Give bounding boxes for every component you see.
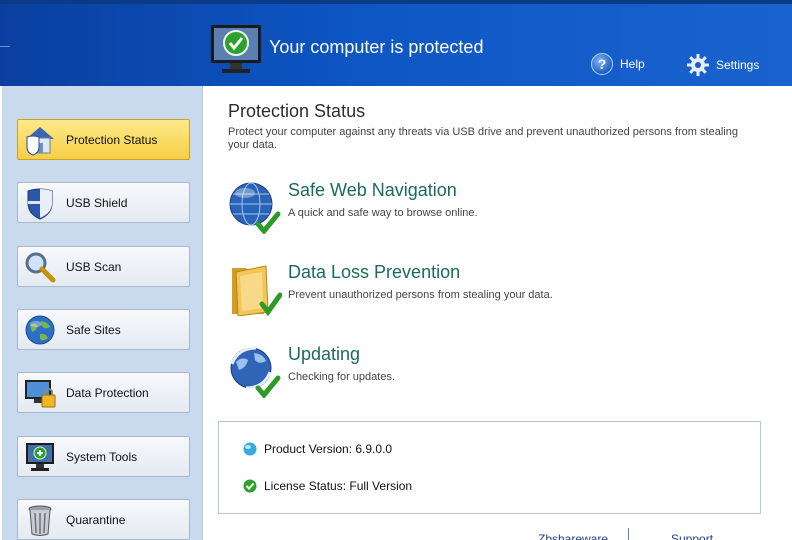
sidebar-item-label: System Tools — [66, 449, 138, 464]
product-info-box: Product Version: 6.9.0.0 License Status:… — [218, 421, 761, 514]
sidebar-item-label: USB Shield — [66, 195, 128, 210]
shield-icon — [23, 186, 57, 220]
monitor-lock-icon — [23, 376, 57, 410]
feature-description: Checking for updates. — [288, 371, 396, 383]
feature-updating[interactable]: Updating Checking for updates. — [228, 344, 748, 404]
feature-description: A quick and safe way to browse online. — [288, 207, 478, 219]
sidebar-item-safe-sites[interactable]: Safe Sites — [17, 309, 190, 350]
sidebar: Protection Status USB Shield USB Scan Sa… — [2, 86, 203, 540]
sidebar-item-usb-shield[interactable]: USB Shield — [17, 182, 190, 223]
feature-title: Data Loss Prevention — [288, 262, 461, 282]
support-link[interactable]: Support — [671, 532, 713, 540]
license-status: License Status: Full Version — [264, 479, 413, 493]
globe-sync-check-icon — [228, 344, 282, 399]
protection-status-headline: Your computer is protected — [269, 37, 484, 57]
sidebar-item-label: Protection Status — [66, 132, 158, 147]
feature-safe-web-navigation[interactable]: Safe Web Navigation A quick and safe way… — [228, 180, 748, 240]
product-version-row: Product Version: 6.9.0.0 — [243, 442, 392, 456]
main-panel: Protection Status Protect your computer … — [204, 86, 792, 540]
feature-description: Prevent unauthorized persons from steali… — [288, 289, 553, 301]
footer-divider — [628, 528, 629, 540]
monitor-plus-icon — [23, 440, 57, 474]
sidebar-item-data-protection[interactable]: Data Protection — [17, 372, 190, 413]
sidebar-item-protection-status[interactable]: Protection Status — [17, 119, 190, 160]
sidebar-item-label: Quarantine — [66, 512, 126, 527]
trash-bin-icon — [23, 503, 57, 537]
sidebar-item-usb-scan[interactable]: USB Scan — [17, 246, 190, 287]
monitor-check-icon — [210, 24, 262, 76]
gear-icon — [687, 54, 709, 76]
product-version: Product Version: 6.9.0.0 — [264, 442, 393, 456]
settings-button[interactable]: Settings — [686, 53, 759, 77]
folder-check-icon — [228, 262, 283, 317]
globe-check-icon — [228, 180, 282, 235]
header-line — [0, 46, 10, 47]
globe-icon — [23, 313, 57, 347]
feature-title: Safe Web Navigation — [288, 180, 457, 200]
feature-title: Updating — [288, 344, 361, 364]
page-description: Protect your computer against any threat… — [228, 126, 738, 151]
check-circle-icon — [243, 479, 257, 493]
page-title: Protection Status — [228, 101, 366, 121]
license-status-row: License Status: Full Version — [243, 479, 412, 493]
zbshareware-link[interactable]: Zbshareware — [538, 532, 608, 540]
house-shield-icon — [23, 123, 57, 157]
help-label: Help — [620, 57, 645, 71]
sidebar-item-system-tools[interactable]: System Tools — [17, 436, 190, 477]
sidebar-item-label: USB Scan — [66, 259, 122, 274]
help-button[interactable]: ? Help — [591, 53, 645, 75]
feature-data-loss-prevention[interactable]: Data Loss Prevention Prevent unauthorize… — [228, 262, 748, 322]
sidebar-item-label: Safe Sites — [66, 322, 121, 337]
magnifier-icon — [23, 250, 57, 284]
help-icon: ? — [591, 53, 613, 75]
header-bar: Your computer is protected ? Help Settin… — [0, 0, 792, 86]
sidebar-item-quarantine[interactable]: Quarantine — [17, 499, 190, 540]
sidebar-item-label: Data Protection — [66, 385, 149, 400]
settings-label: Settings — [716, 58, 760, 72]
globe-bullet-icon — [243, 442, 257, 456]
